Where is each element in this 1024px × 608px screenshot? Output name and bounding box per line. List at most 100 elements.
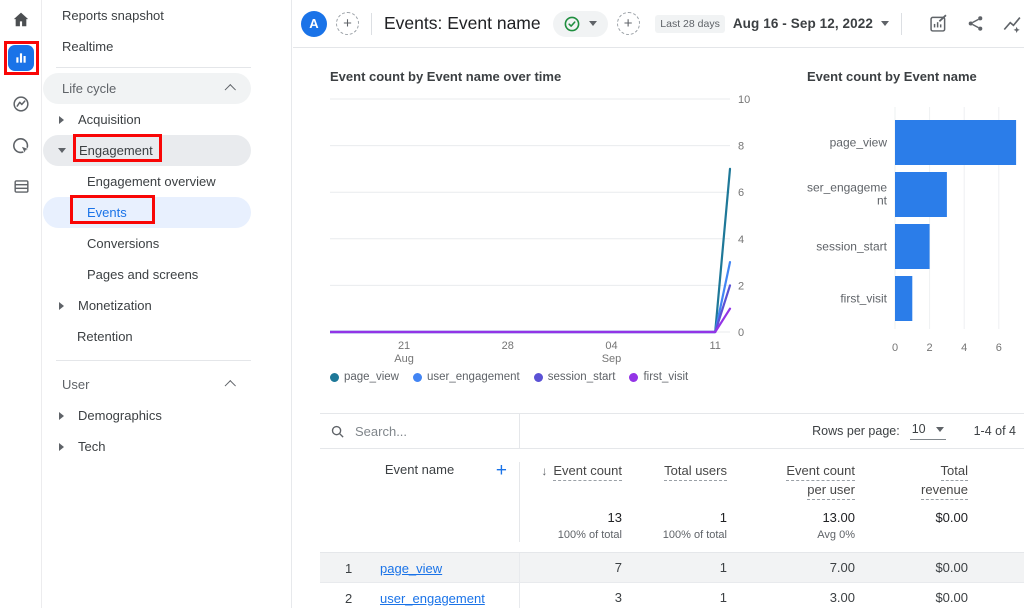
- chevron-down-icon: [936, 427, 944, 432]
- sidebar-section-user[interactable]: User: [43, 369, 251, 400]
- sidebar-item-acquisition[interactable]: Acquisition: [43, 104, 251, 135]
- cell-revenue: $0.00: [855, 553, 968, 583]
- library-icon[interactable]: [0, 177, 42, 196]
- sort-desc-icon[interactable]: ↓: [541, 464, 547, 478]
- sidebar-divider: [56, 360, 251, 361]
- search-icon: [330, 424, 345, 439]
- sidebar-item-tech[interactable]: Tech: [43, 431, 251, 462]
- sidebar-item-reports-snapshot[interactable]: Reports snapshot: [43, 0, 251, 31]
- x-tick-sublabel: Aug: [394, 353, 414, 365]
- legend-item-session_start: session_start: [534, 371, 616, 383]
- totals-per-user: 13.00: [727, 510, 855, 526]
- column-event-count-per-user[interactable]: Event countper user 13.00 Avg 0%: [727, 462, 855, 542]
- insights-icon[interactable]: [1002, 13, 1024, 35]
- customize-report-icon[interactable]: [928, 13, 949, 34]
- totals-event-count: 13: [520, 510, 622, 526]
- line-chart-title: Event count by Event name over time: [330, 69, 772, 84]
- collapse-chevron-icon[interactable]: [225, 380, 236, 391]
- legend-label: session_start: [548, 371, 616, 383]
- search-placeholder: Search...: [355, 424, 407, 439]
- legend-item-page_view: page_view: [330, 371, 399, 383]
- add-comparison-button[interactable]: +: [336, 12, 359, 35]
- sidebar-item-monetization[interactable]: Monetization: [43, 290, 251, 321]
- event-name-link[interactable]: user_engagement: [380, 591, 485, 606]
- y-tick-label: 6: [738, 187, 744, 199]
- y-tick-label: 4: [738, 234, 744, 246]
- bar-chart-title: Event count by Event name: [807, 69, 1024, 84]
- table-controls: Search... Rows per page: 10 1-4 of 4: [320, 414, 1024, 449]
- cell-per-user: 3.00: [727, 583, 855, 608]
- x-tick-label: 21: [398, 340, 410, 352]
- cell-event-count: 3: [520, 583, 622, 608]
- expand-arrow-icon[interactable]: [59, 116, 64, 124]
- bar-session_start: [895, 224, 930, 269]
- rows-per-page-select[interactable]: 10: [910, 422, 946, 440]
- expand-arrow-icon[interactable]: [59, 302, 64, 310]
- y-tick-label: 8: [738, 141, 744, 153]
- table-row[interactable]: 1 page_view 7 1 7.00 $0.00: [320, 553, 1024, 583]
- report-content: Event count by Event name over time 0246…: [293, 49, 1024, 608]
- add-metric-button[interactable]: +: [617, 12, 640, 35]
- column-total-revenue[interactable]: Totalrevenue $0.00: [855, 462, 968, 542]
- report-header: A + Events: Event name + Last 28 days Au…: [293, 0, 1024, 48]
- totals-revenue: $0.00: [855, 510, 968, 526]
- rows-per-page-label: Rows per page:: [812, 424, 900, 438]
- line-chart-panel: Event count by Event name over time 0246…: [330, 69, 772, 383]
- totals-per-user-sub: Avg 0%: [727, 529, 855, 542]
- report-status-dropdown[interactable]: [553, 11, 608, 37]
- add-dimension-button[interactable]: +: [496, 460, 507, 482]
- home-icon[interactable]: [0, 10, 42, 30]
- bar-first_visit: [895, 276, 912, 321]
- legend-item-first_visit: first_visit: [629, 371, 688, 383]
- sidebar-item-demographics[interactable]: Demographics: [43, 400, 251, 431]
- column-total-users[interactable]: Total users 1 100% of total: [622, 462, 727, 542]
- table-search-input[interactable]: Search...: [320, 414, 520, 448]
- bar-chart-panel: Event count by Event name 0246page_viewu…: [807, 69, 1024, 359]
- date-range-picker[interactable]: Aug 16 - Sep 12, 2022: [733, 16, 873, 31]
- explore-icon[interactable]: [0, 94, 42, 114]
- sidebar-divider: [56, 67, 251, 68]
- column-event-count[interactable]: ↓Event count 13 100% of total: [520, 462, 622, 542]
- reports-icon[interactable]: [0, 45, 42, 71]
- event-name-link[interactable]: page_view: [380, 561, 442, 576]
- table-row[interactable]: 2 user_engagement 3 1 3.00 $0.00: [320, 583, 1024, 608]
- sidebar-item-retention[interactable]: Retention: [43, 321, 251, 352]
- header-divider: [901, 13, 902, 35]
- x-tick-label: 0: [892, 342, 898, 354]
- date-range-badge: Last 28 days: [655, 15, 725, 33]
- y-tick-label: 0: [738, 327, 744, 339]
- chevron-down-icon[interactable]: [881, 21, 889, 26]
- share-icon[interactable]: [966, 14, 985, 33]
- table-pagination: Rows per page: 10 1-4 of 4: [520, 422, 1024, 440]
- sidebar-item-conversions[interactable]: Conversions: [43, 228, 251, 259]
- sidebar-item-engagement-overview[interactable]: Engagement overview: [43, 166, 251, 197]
- pagination-range: 1-4 of 4: [974, 424, 1016, 438]
- legend-dot: [629, 373, 638, 382]
- bar-label-page_view: page_view: [830, 136, 888, 150]
- sidebar-item-realtime[interactable]: Realtime: [43, 31, 251, 62]
- sidebar-item-pages-and-screens[interactable]: Pages and screens: [43, 259, 251, 290]
- collapse-arrow-icon[interactable]: [58, 148, 66, 153]
- totals-total-users-sub: 100% of total: [622, 529, 727, 542]
- avatar[interactable]: A: [301, 11, 327, 37]
- row-index: 2: [345, 591, 367, 606]
- sidebar-item-events[interactable]: Events: [43, 197, 251, 228]
- line-series-first_visit: [330, 309, 730, 332]
- expand-arrow-icon[interactable]: [59, 443, 64, 451]
- collapse-chevron-icon[interactable]: [225, 84, 236, 95]
- line-chart: 024681021Aug2804Sep11: [330, 89, 760, 369]
- x-tick-label: 4: [961, 342, 967, 354]
- bar-page_view: [895, 120, 1016, 165]
- advertising-icon[interactable]: [0, 136, 42, 157]
- bar-label-first_visit: first_visit: [840, 292, 887, 306]
- expand-arrow-icon[interactable]: [59, 412, 64, 420]
- legend-label: user_engagement: [427, 371, 520, 383]
- line-series-page_view: [330, 169, 730, 332]
- bar-chart: 0246page_viewuser_engagementsession_star…: [807, 89, 1021, 359]
- sidebar-item-engagement[interactable]: Engagement: [43, 135, 251, 166]
- column-event-name[interactable]: Event name +: [320, 462, 520, 542]
- legend-dot: [413, 373, 422, 382]
- x-tick-label: 11: [709, 340, 720, 352]
- legend-dot: [534, 373, 543, 382]
- sidebar-section-life-cycle[interactable]: Life cycle: [43, 73, 251, 104]
